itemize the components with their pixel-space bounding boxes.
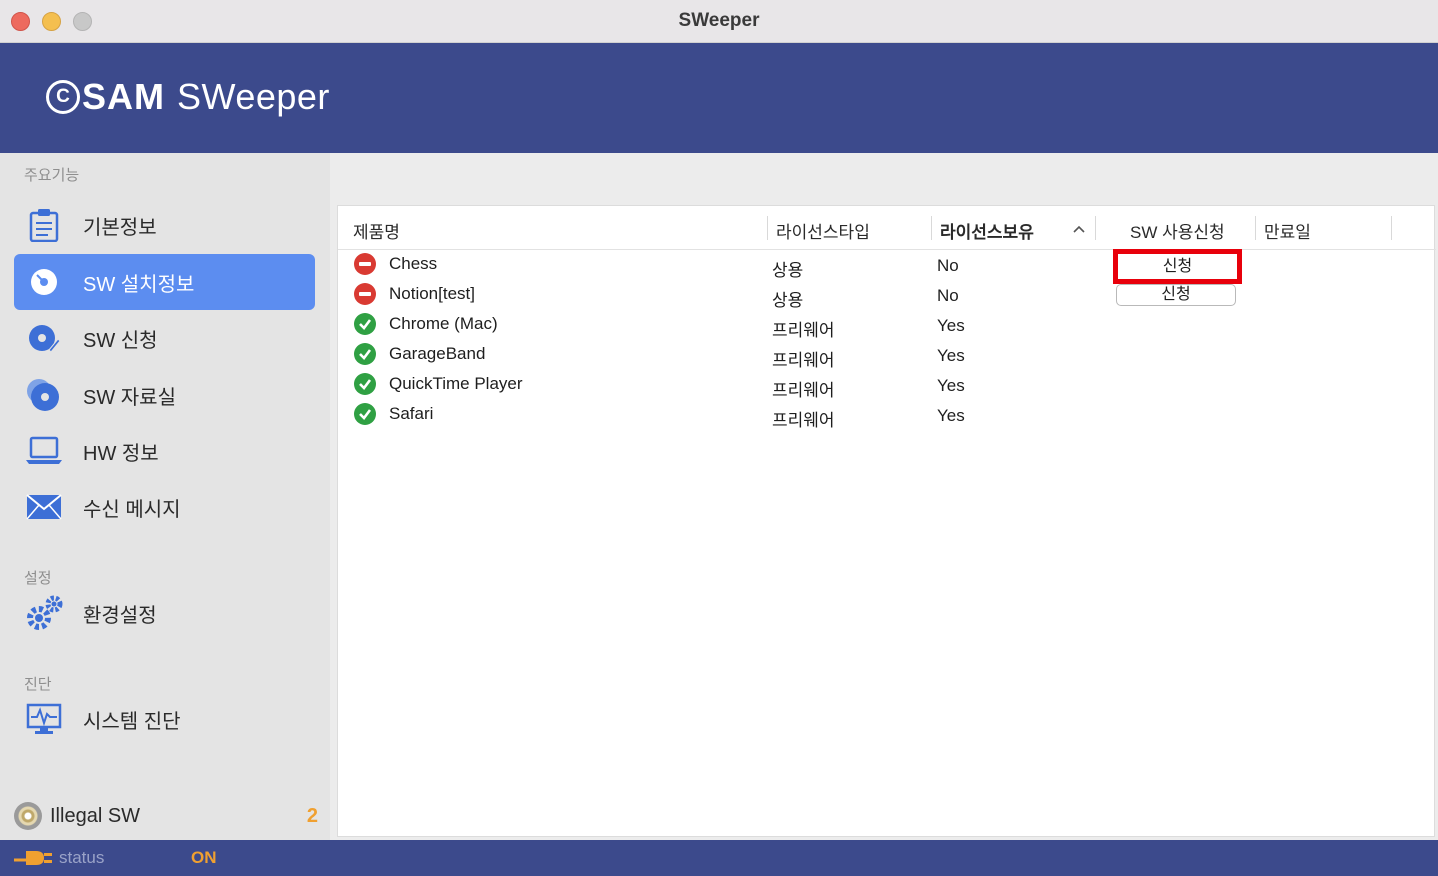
sidebar-item-label: HW 정보 <box>83 442 159 465</box>
column-divider <box>1391 216 1392 240</box>
column-divider <box>767 216 768 240</box>
sidebar-item-label: SW 설치정보 <box>83 273 195 296</box>
plug-icon <box>14 851 52 865</box>
product-name: GarageBand <box>389 344 486 363</box>
laptop-icon <box>24 431 64 471</box>
status-label: status <box>59 848 105 867</box>
table-row[interactable]: GarageBand 프리웨어 Yes <box>338 340 1436 370</box>
section-label-main: 주요기능 <box>24 167 80 184</box>
gears-icon <box>24 593 64 633</box>
license-type: 프리웨어 <box>772 381 835 400</box>
status-value: ON <box>191 848 217 867</box>
request-button[interactable]: 신청 <box>1116 284 1236 306</box>
licensed-check-icon <box>354 313 376 335</box>
window-title: SWeeper <box>678 10 760 31</box>
license-owned: No <box>937 286 959 305</box>
license-owned: Yes <box>937 376 965 395</box>
license-owned: Yes <box>937 406 965 425</box>
sidebar-item-sw-install-info[interactable]: SW 설치정보 <box>14 254 315 310</box>
illegal-sw-indicator[interactable]: Illegal SW 2 <box>14 801 320 831</box>
column-header-license-type[interactable]: 라이선스타입 <box>776 218 870 242</box>
app-window: SWeeper C SAM SWeeper 주요기능 기본정보 SW 설치정보 <box>0 0 1438 876</box>
licensed-check-icon <box>354 373 376 395</box>
column-divider <box>1255 216 1256 240</box>
logo-sam-text: SAM <box>82 76 165 117</box>
license-type: 프리웨어 <box>772 321 835 340</box>
license-type: 상용 <box>772 291 804 310</box>
sidebar-item-label: SW 자료실 <box>83 386 176 409</box>
license-type: 프리웨어 <box>772 351 835 370</box>
sidebar-item-basic-info[interactable]: 기본정보 <box>14 197 315 253</box>
sidebar-item-label: 수신 메시지 <box>83 498 181 521</box>
sidebar-item-label: 기본정보 <box>83 216 157 239</box>
request-button[interactable]: 신청 <box>1113 249 1242 284</box>
disc-stack-icon <box>24 375 64 415</box>
table-header: 제품명 라이선스타입 라이선스보유 SW 사용신청 만료일 <box>338 206 1436 250</box>
sidebar-item-system-diagnostics[interactable]: 시스템 진단 <box>14 691 315 747</box>
table-row[interactable]: QuickTime Player 프리웨어 Yes <box>338 370 1436 400</box>
installed-software-table: 제품명 라이선스타입 라이선스보유 SW 사용신청 만료일 Chess 상용 N… <box>337 205 1436 837</box>
illegal-disc-icon <box>14 802 42 830</box>
licensed-check-icon <box>354 403 376 425</box>
illegal-sw-count: 2 <box>306 804 318 827</box>
column-header-license-owned[interactable]: 라이선스보유 <box>940 218 1034 242</box>
clipboard-icon <box>24 205 64 245</box>
unlicensed-icon <box>354 283 376 305</box>
disc-pen-icon <box>24 318 64 358</box>
illegal-sw-label: Illegal SW <box>50 804 141 827</box>
license-type: 상용 <box>772 261 804 280</box>
sidebar: 주요기능 기본정보 SW 설치정보 SW 신청 SW 자료실 HW 정보 수신 … <box>0 153 330 840</box>
unlicensed-icon <box>354 253 376 275</box>
product-name: Chess <box>389 254 438 273</box>
product-name: QuickTime Player <box>389 374 523 393</box>
sidebar-item-label: SW 신청 <box>83 329 158 352</box>
app-logo: C SAM SWeeper <box>46 76 330 118</box>
disc-icon <box>24 262 64 302</box>
license-owned: Yes <box>937 346 965 365</box>
license-owned: Yes <box>937 316 965 335</box>
column-header-sw-request[interactable]: SW 사용신청 <box>1130 218 1225 242</box>
logo-sweeper-text: SWeeper <box>177 76 330 117</box>
sidebar-item-messages[interactable]: 수신 메시지 <box>14 479 315 535</box>
status-bar: status ON <box>0 840 1438 876</box>
envelope-icon <box>24 487 64 527</box>
monitor-pulse-icon <box>24 699 64 739</box>
column-divider <box>1095 216 1096 240</box>
table-row[interactable]: Safari 프리웨어 Yes <box>338 400 1436 430</box>
sidebar-item-label: 환경설정 <box>83 604 157 627</box>
product-name: Safari <box>389 404 434 423</box>
licensed-check-icon <box>354 343 376 365</box>
sidebar-item-hw-info[interactable]: HW 정보 <box>14 423 315 479</box>
license-owned: No <box>937 256 959 275</box>
table-row[interactable]: Chess 상용 No 신청 <box>338 249 1436 284</box>
license-type: 프리웨어 <box>772 411 835 430</box>
sidebar-item-label: 시스템 진단 <box>83 710 181 733</box>
title-bar: SWeeper <box>0 0 1438 43</box>
header-banner: C SAM SWeeper <box>0 43 1438 153</box>
sidebar-item-sw-request[interactable]: SW 신청 <box>14 310 315 366</box>
logo-mark: C <box>46 80 80 114</box>
product-name: Notion[test] <box>389 284 475 303</box>
column-divider <box>931 216 932 240</box>
sort-ascending-icon[interactable] <box>1072 222 1086 236</box>
column-header-product-name[interactable]: 제품명 <box>353 218 400 242</box>
sidebar-item-sw-library[interactable]: SW 자료실 <box>14 367 315 423</box>
sidebar-item-preferences[interactable]: 환경설정 <box>14 585 315 641</box>
table-row[interactable]: Notion[test] 상용 No 신청 <box>338 280 1436 310</box>
table-row[interactable]: Chrome (Mac) 프리웨어 Yes <box>338 310 1436 340</box>
product-name: Chrome (Mac) <box>389 314 498 333</box>
main-content: 제품명 라이선스타입 라이선스보유 SW 사용신청 만료일 Chess 상용 N… <box>330 153 1438 840</box>
column-header-expiry[interactable]: 만료일 <box>1264 218 1311 242</box>
